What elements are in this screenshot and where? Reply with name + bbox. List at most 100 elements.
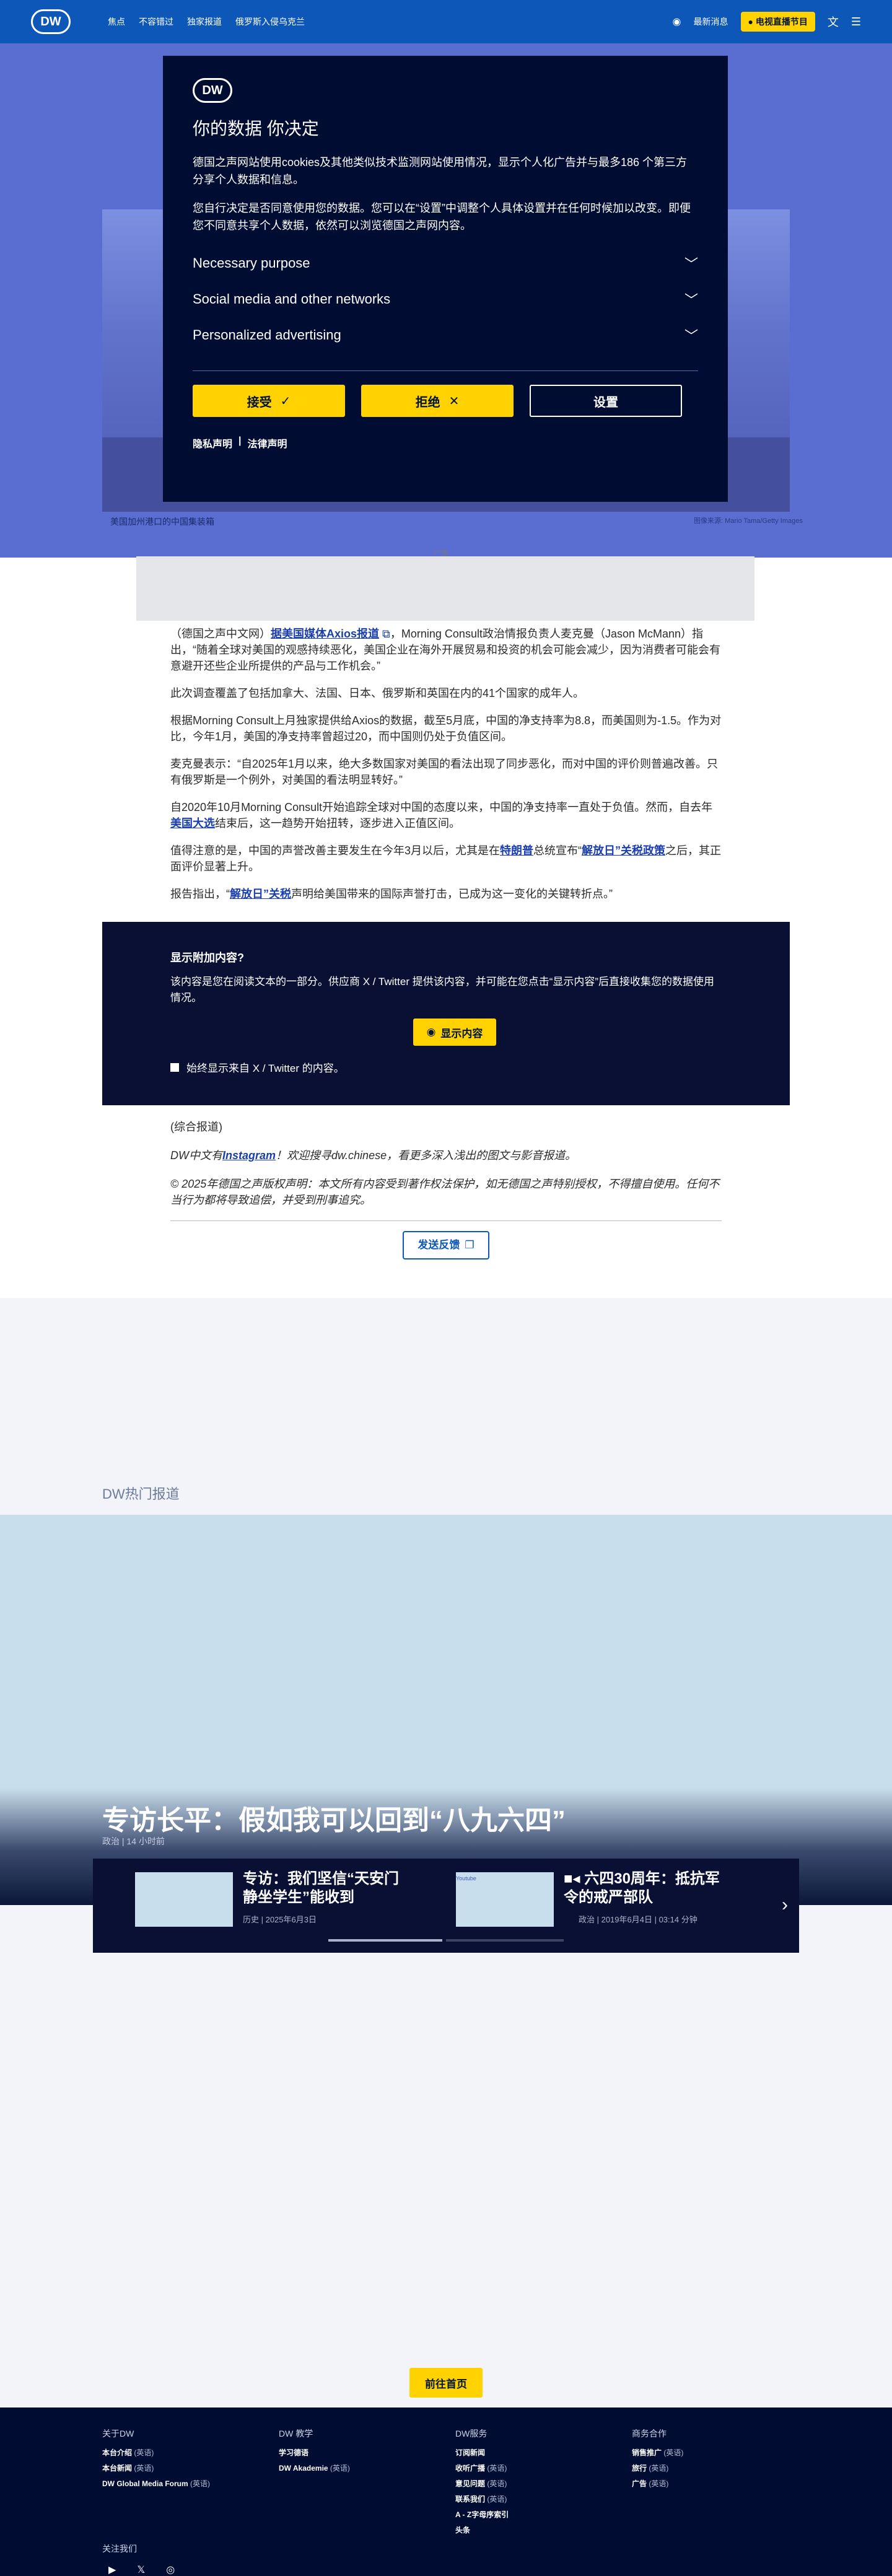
story-card-title: 六四30周年：抵抗军令的戒严部队 (564, 1870, 720, 1906)
chevron-down-icon: ﹀ (684, 292, 698, 308)
checkbox-label: 始终显示来自 X / Twitter 的内容。 (186, 1062, 344, 1074)
accordion-label: Social media and other networks (193, 291, 391, 307)
youtube-icon[interactable]: ▶ (108, 2564, 116, 2576)
nav-item-exclusive[interactable]: 独家报道 (187, 15, 222, 28)
liberation-day-tariff-link[interactable]: 解放日”关税政策 (582, 844, 665, 857)
instagram-icon[interactable]: ◎ (166, 2564, 175, 2576)
settings-button[interactable]: 设置 (530, 385, 682, 417)
x-icon[interactable]: 𝕏 (137, 2564, 145, 2576)
nav-item-must-see[interactable]: 不容错过 (139, 15, 173, 28)
story-carousel: 专访：我们坚信“天安门静坐学生”能收到 历史 | 2025年6月3日 Youtu… (93, 1859, 799, 1953)
settings-label: 设置 (593, 395, 618, 410)
accordion-label: Necessary purpose (193, 255, 310, 271)
footer-link[interactable]: A - Z字母序索引 (455, 2509, 509, 2520)
feedback-label: 发送反馈 (418, 1239, 460, 1251)
dw-logo[interactable]: DW (31, 9, 71, 34)
footer-col-title: DW 教学 (279, 2429, 313, 2438)
radio-icon[interactable]: ◉ (673, 15, 681, 28)
site-header: DW 焦点 不容错过 独家报道 俄罗斯入侵乌克兰 ◉ 最新消息 ● 电视直播节目… (0, 0, 892, 43)
close-icon: ✕ (448, 394, 460, 408)
nav-item-focus[interactable]: 焦点 (108, 15, 125, 28)
chevron-down-icon: ﹀ (684, 256, 698, 272)
carousel-progress (446, 1939, 564, 1942)
footer-link[interactable]: 收听广播 (英语) (455, 2463, 509, 2473)
article-paragraph: 值得注意的是，中国的声誉改善主要发生在今年3月以后，尤其是在特朗普总统宣布“解放… (170, 844, 722, 873)
article-paragraph: 报告指出，“解放日”关税声明给美国带来的国际声誉打击，已成为这一变化的关键转折点… (170, 888, 613, 900)
chevron-down-icon: ﹀ (684, 328, 698, 344)
article-body: （德国之声中文网）据美国媒体Axios报道 ⧉，Morning Consult政… (170, 626, 722, 913)
reject-label: 拒绝 (415, 395, 440, 410)
story-thumbnail[interactable]: Youtube (456, 1872, 554, 1927)
latest-news-link[interactable]: 最新消息 (694, 15, 728, 28)
nav-item-ukraine[interactable]: 俄罗斯入侵乌克兰 (235, 15, 305, 28)
footer-link[interactable]: 学习德语 (279, 2447, 350, 2458)
external-link-icon: ⧉ (379, 628, 390, 640)
story-thumbnail[interactable] (135, 1872, 233, 1927)
home-button[interactable]: 前往首页 (409, 2368, 483, 2398)
divider (170, 1220, 722, 1221)
hero-caption: 美国加州港口的中国集装箱 (110, 517, 214, 527)
story-card-meta: 历史 | 2025年6月3日 (243, 1915, 317, 1924)
footer-link[interactable]: DW Akademie (英语) (279, 2463, 350, 2473)
thumbnail-alt-text: Youtube (456, 1875, 476, 1882)
footer-col-education: DW 教学 学习德语 DW Akademie (英语) (279, 2427, 350, 2478)
language-icon[interactable]: 文 (828, 14, 839, 30)
story-card-title[interactable]: 专访：我们坚信“天安门静坐学生”能收到 (243, 1870, 404, 1907)
footer-link[interactable]: 销售推广 (英语) (632, 2447, 683, 2458)
article-paragraph: 自2020年10月Morning Consult开始追踪全球对中国的态度以来，中… (170, 801, 713, 830)
copy-icon: ❐ (465, 1239, 474, 1251)
main-nav: 焦点 不容错过 独家报道 俄罗斯入侵乌克兰 (108, 15, 305, 28)
accordion-label: Personalized advertising (193, 327, 341, 343)
footer-col-title: 关于DW (102, 2429, 134, 2438)
show-content-button[interactable]: ◉ 显示内容 (413, 1019, 496, 1046)
divider (193, 370, 698, 371)
chevron-right-icon[interactable]: › (782, 1895, 788, 1916)
legal-link[interactable]: 法律声明 (248, 436, 287, 450)
embed-title: 显示附加内容? (170, 952, 244, 964)
consent-text-1: 德国之声网站使用cookies及其他类似技术监测网站使用情况，显示个人化广告并与… (193, 156, 688, 186)
feedback-button[interactable]: 发送反馈 ❐ (403, 1231, 489, 1260)
footer-col-title: 商务合作 (632, 2429, 667, 2438)
reject-button[interactable]: 拒绝 ✕ (361, 385, 514, 417)
always-show-checkbox[interactable]: 始终显示来自 X / Twitter 的内容。 (170, 1059, 344, 1075)
instagram-promo: DW中文有Instagram！欢迎搜寻dw.chinese，看更多深入浅出的图文… (170, 1149, 577, 1162)
footer-link[interactable]: 本台介绍 (英语) (102, 2447, 210, 2458)
axios-link[interactable]: 据美国媒体Axios报道 (271, 628, 379, 640)
footer-link[interactable]: 旅行 (英语) (632, 2463, 683, 2473)
instagram-link[interactable]: Instagram (222, 1149, 276, 1162)
follow-us-label: 关注我们 (102, 2544, 137, 2554)
consent-title: 你的数据 你决定 (193, 119, 319, 138)
source-note: (综合报道) (170, 1121, 222, 1133)
footer-link[interactable]: DW Global Media Forum (英语) (102, 2478, 210, 2489)
cookie-consent-dialog: DW 你的数据 你决定 德国之声网站使用cookies及其他类似技术监测网站使用… (163, 56, 728, 502)
trump-link[interactable]: 特朗普 (500, 844, 533, 857)
accept-button[interactable]: 接受 ✓ (193, 385, 345, 417)
footer-link[interactable]: 本台新闻 (英语) (102, 2463, 210, 2473)
menu-icon[interactable]: ☰ (851, 15, 861, 28)
accordion-social-media[interactable]: Social media and other networks ﹀ (193, 281, 698, 317)
footer-col-about: 关于DW 本台介绍 (英语) 本台新闻 (英语) DW Global Media… (102, 2427, 210, 2494)
footer-link[interactable]: 头条 (455, 2525, 509, 2535)
footer-col-title: DW服务 (455, 2429, 488, 2438)
accept-label: 接受 (247, 395, 272, 410)
eye-icon: ◉ (426, 1026, 436, 1038)
us-election-link[interactable]: 美国大选 (170, 817, 215, 830)
privacy-link[interactable]: 隐私声明 (193, 436, 232, 450)
liberation-day-link[interactable]: 解放日”关税 (230, 888, 291, 900)
accordion-personalized-ads[interactable]: Personalized advertising ﹀ (193, 317, 698, 353)
accordion-necessary-purpose[interactable]: Necessary purpose ﹀ (193, 245, 698, 281)
featured-story-meta: 政治 | 14 小时前 (102, 1836, 165, 1846)
live-tv-button[interactable]: ● 电视直播节目 (740, 12, 815, 32)
footer-link[interactable]: 意见问题 (英语) (455, 2478, 509, 2489)
show-content-label: 显示内容 (440, 1027, 483, 1040)
article-paragraph: （德国之声中文网）据美国媒体Axios报道 ⧉，Morning Consult政… (170, 628, 720, 672)
story-card[interactable]: ■◂ 六四30周年：抵抗军令的戒严部队 (564, 1870, 725, 1907)
footer-link[interactable]: 广告 (英语) (632, 2478, 683, 2489)
footer-link[interactable]: 联系我们 (英语) (455, 2494, 509, 2504)
footer-link[interactable]: 订阅新闻 (455, 2447, 509, 2458)
article-footer: (综合报道) DW中文有Instagram！欢迎搜寻dw.chinese，看更多… (170, 1119, 722, 1260)
featured-story-title[interactable]: 专访长平：假如我可以回到“八九六四” (102, 1798, 566, 1838)
hot-stories-title: DW热门报道 (102, 1486, 180, 1502)
external-content-panel: 显示附加内容? 该内容是您在阅读文本的一部分。供应商 X / Twitter 提… (102, 922, 790, 1105)
checkbox[interactable] (170, 1062, 179, 1072)
